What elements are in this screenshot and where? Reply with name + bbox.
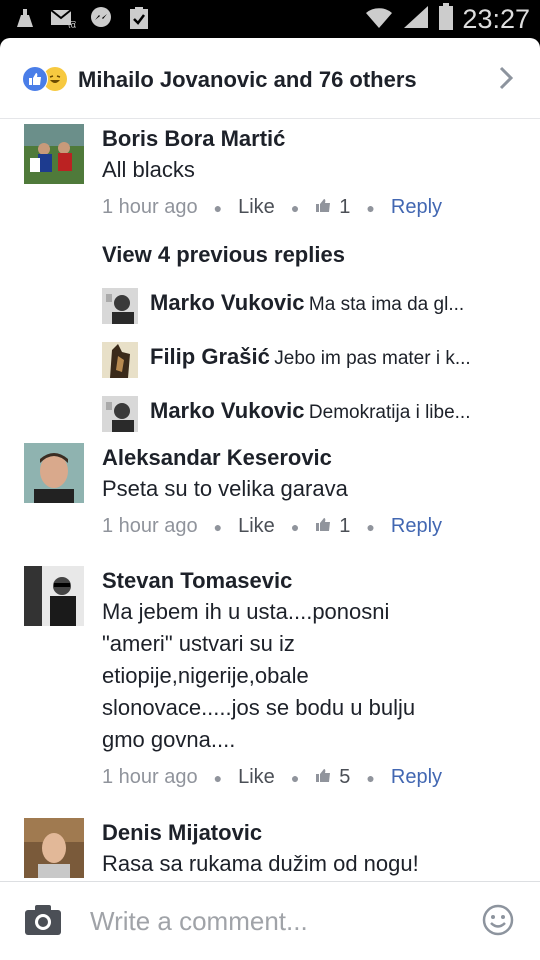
chevron-right-icon[interactable]	[498, 66, 514, 95]
cleaner-icon	[12, 6, 38, 30]
reply-text: Demokratija i libe...	[308, 402, 471, 423]
signal-icon	[402, 4, 430, 35]
reactions-text: Mihailo Jovanovic and 76 others	[78, 67, 417, 92]
comment-input[interactable]: Write a comment...	[90, 906, 308, 937]
thumbs-up-icon	[315, 196, 331, 219]
like-button[interactable]: Like	[238, 515, 275, 538]
avatar[interactable]	[24, 818, 84, 878]
like-reaction-icon	[22, 66, 48, 92]
clock: 23:27	[462, 4, 530, 34]
separator-dot: ●	[366, 199, 375, 216]
comment-text-line: Ma jebem ih u usta....ponosni	[102, 599, 390, 624]
comment-time: 1 hour ago	[102, 515, 198, 537]
comment-text: All blacks	[102, 157, 195, 182]
comment-author[interactable]: Stevan Tomasevic	[102, 566, 520, 596]
reply-text: Jebo im pas mater i k...	[274, 348, 471, 369]
reply-author[interactable]: Filip Grašić	[150, 344, 270, 369]
reply-button[interactable]: Reply	[391, 196, 442, 219]
comment-author[interactable]: Boris Bora Martić	[102, 124, 520, 154]
like-count[interactable]: 5	[339, 766, 350, 789]
view-previous-replies[interactable]: View 4 previous replies	[102, 242, 345, 268]
avatar[interactable]	[102, 288, 138, 324]
comment-item: Aleksandar Keserovic Pseta su to velika …	[0, 443, 540, 563]
like-button[interactable]: Like	[238, 196, 275, 219]
clipboard-check-icon	[126, 6, 152, 30]
comment-time: 1 hour ago	[102, 766, 198, 788]
comment-meta: 1 hour ago ● Like ● 1 ● Reply	[102, 196, 520, 219]
separator-dot: ●	[213, 518, 223, 535]
reply-author[interactable]: Marko Vukovic	[150, 398, 304, 423]
comment-text: Pseta su to velika garava	[102, 476, 348, 501]
separator-dot: ●	[290, 769, 300, 786]
comment-meta: 1 hour ago ● Like ● 1 ● Reply	[102, 515, 520, 538]
svg-text:@: @	[68, 20, 76, 28]
reply-button[interactable]: Reply	[391, 766, 442, 789]
reactions-summary[interactable]: Mihailo Jovanovic and 76 others	[0, 38, 540, 119]
wifi-icon	[364, 4, 394, 35]
reply-item[interactable]: Marko Vukovic Ma sta ima da gl...	[102, 288, 520, 328]
avatar[interactable]	[102, 396, 138, 432]
thumbs-up-icon	[315, 766, 331, 789]
battery-icon	[438, 3, 454, 36]
comment-item: Denis Mijatovic Rasa sa rukama dužim od …	[0, 818, 540, 881]
separator-dot: ●	[366, 518, 375, 535]
avatar[interactable]	[102, 342, 138, 378]
reply-button[interactable]: Reply	[391, 515, 442, 538]
comment-text-line: "ameri" ustvari su iz	[102, 631, 295, 656]
separator-dot: ●	[366, 769, 375, 786]
avatar[interactable]	[24, 566, 84, 626]
comments-sheet: Mihailo Jovanovic and 76 others Boris Bo…	[0, 38, 540, 960]
thumbs-up-icon	[315, 515, 331, 538]
emoji-icon[interactable]	[482, 904, 514, 941]
reply-item[interactable]: Filip Grašić Jebo im pas mater i k...	[102, 342, 520, 382]
reply-text: Ma sta ima da gl...	[308, 294, 465, 315]
comment-text: Rasa sa rukama dužim od nogu!	[102, 851, 419, 876]
comment-time: 1 hour ago	[102, 196, 198, 218]
comment-text-line: slonovace.....jos se bodu u bulju	[102, 695, 416, 720]
comment-item: Boris Bora Martić All blacks 1 hour ago …	[0, 124, 540, 432]
comment-author[interactable]: Denis Mijatovic	[102, 818, 520, 848]
reaction-icons	[22, 66, 72, 92]
separator-dot: ●	[213, 199, 223, 216]
separator-dot: ●	[290, 518, 300, 535]
mail-icon: @	[50, 6, 76, 30]
reply-author[interactable]: Marko Vukovic	[150, 290, 304, 315]
separator-dot: ●	[213, 769, 223, 786]
like-count[interactable]: 1	[339, 196, 350, 219]
like-count[interactable]: 1	[339, 515, 350, 538]
status-bar: @ 23:27	[0, 0, 540, 38]
camera-icon[interactable]	[24, 904, 62, 941]
comment-composer: Write a comment...	[0, 881, 540, 960]
avatar[interactable]	[24, 124, 84, 184]
comment-item: Stevan Tomasevic Ma jebem ih u usta....p…	[0, 566, 540, 816]
comment-text-line: etiopije,nigerije,obale	[102, 663, 309, 688]
messenger-icon	[88, 6, 114, 30]
reply-item[interactable]: Marko Vukovic Demokratija i libe...	[102, 396, 520, 436]
comment-text-line: gmo govna....	[102, 727, 236, 752]
separator-dot: ●	[290, 199, 300, 216]
comment-author[interactable]: Aleksandar Keserovic	[102, 443, 520, 473]
like-button[interactable]: Like	[238, 766, 275, 789]
avatar[interactable]	[24, 443, 84, 503]
comment-meta: 1 hour ago ● Like ● 5 ● Reply	[102, 766, 520, 789]
